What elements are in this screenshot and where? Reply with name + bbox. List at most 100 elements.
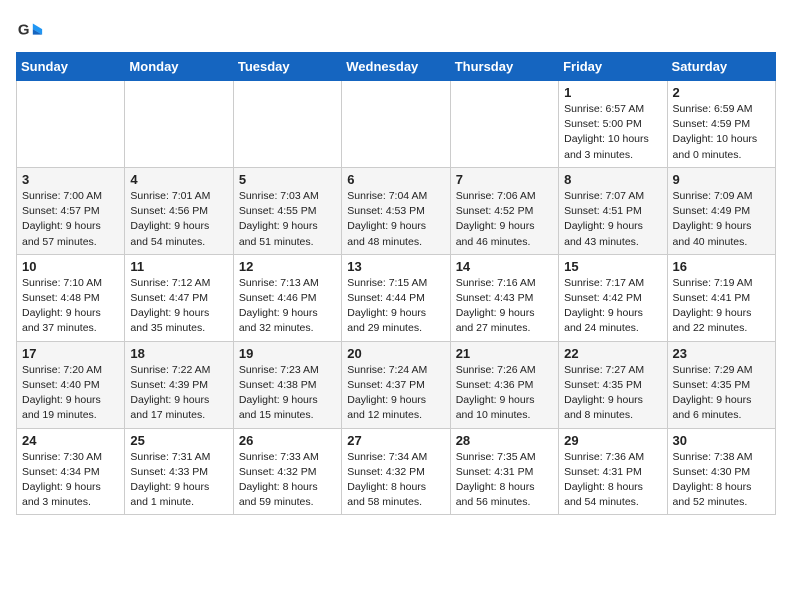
calendar-cell: 29 Sunrise: 7:36 AM Sunset: 4:31 PM Dayli… [559, 428, 667, 515]
day-info: Sunrise: 7:12 AM Sunset: 4:47 PM Dayligh… [130, 276, 227, 337]
day-info: Sunrise: 7:34 AM Sunset: 4:32 PM Dayligh… [347, 450, 444, 511]
day-info: Sunrise: 7:35 AM Sunset: 4:31 PM Dayligh… [456, 450, 553, 511]
col-header-saturday: Saturday [667, 53, 775, 81]
day-number: 3 [22, 172, 119, 187]
day-number: 21 [456, 346, 553, 361]
day-number: 16 [673, 259, 770, 274]
day-info: Sunrise: 7:24 AM Sunset: 4:37 PM Dayligh… [347, 363, 444, 424]
calendar-cell: 17 Sunrise: 7:20 AM Sunset: 4:40 PM Dayli… [17, 341, 125, 428]
day-number: 14 [456, 259, 553, 274]
day-number: 25 [130, 433, 227, 448]
day-info: Sunrise: 7:10 AM Sunset: 4:48 PM Dayligh… [22, 276, 119, 337]
page-header: G [16, 16, 776, 44]
calendar-cell [342, 81, 450, 168]
day-info: Sunrise: 7:29 AM Sunset: 4:35 PM Dayligh… [673, 363, 770, 424]
calendar-cell: 11 Sunrise: 7:12 AM Sunset: 4:47 PM Dayli… [125, 254, 233, 341]
calendar-cell: 9Sunrise: 7:09 AM Sunset: 4:49 PM Daylig… [667, 167, 775, 254]
day-info: Sunrise: 7:33 AM Sunset: 4:32 PM Dayligh… [239, 450, 336, 511]
day-info: Sunrise: 7:19 AM Sunset: 4:41 PM Dayligh… [673, 276, 770, 337]
day-info: Sunrise: 7:16 AM Sunset: 4:43 PM Dayligh… [456, 276, 553, 337]
calendar-cell: 4Sunrise: 7:01 AM Sunset: 4:56 PM Daylig… [125, 167, 233, 254]
calendar-cell: 26 Sunrise: 7:33 AM Sunset: 4:32 PM Dayli… [233, 428, 341, 515]
day-number: 30 [673, 433, 770, 448]
day-number: 23 [673, 346, 770, 361]
calendar-cell: 2 Sunrise: 6:59 AM Sunset: 4:59 PM Daylig… [667, 81, 775, 168]
calendar-week-row: 1 Sunrise: 6:57 AM Sunset: 5:00 PM Daylig… [17, 81, 776, 168]
calendar-cell: 24Sunrise: 7:30 AM Sunset: 4:34 PM Dayli… [17, 428, 125, 515]
calendar-cell: 18 Sunrise: 7:22 AM Sunset: 4:39 PM Dayli… [125, 341, 233, 428]
day-info: Sunrise: 7:15 AM Sunset: 4:44 PM Dayligh… [347, 276, 444, 337]
calendar-cell: 23 Sunrise: 7:29 AM Sunset: 4:35 PM Dayli… [667, 341, 775, 428]
day-number: 6 [347, 172, 444, 187]
calendar-table: SundayMondayTuesdayWednesdayThursdayFrid… [16, 52, 776, 515]
day-number: 20 [347, 346, 444, 361]
day-info: Sunrise: 7:36 AM Sunset: 4:31 PM Dayligh… [564, 450, 661, 511]
calendar-cell: 12 Sunrise: 7:13 AM Sunset: 4:46 PM Dayli… [233, 254, 341, 341]
day-number: 11 [130, 259, 227, 274]
day-info: Sunrise: 7:38 AM Sunset: 4:30 PM Dayligh… [673, 450, 770, 511]
day-number: 18 [130, 346, 227, 361]
calendar-cell: 14 Sunrise: 7:16 AM Sunset: 4:43 PM Dayli… [450, 254, 558, 341]
calendar-week-row: 24Sunrise: 7:30 AM Sunset: 4:34 PM Dayli… [17, 428, 776, 515]
day-info: Sunrise: 7:23 AM Sunset: 4:38 PM Dayligh… [239, 363, 336, 424]
day-number: 2 [673, 85, 770, 100]
calendar-week-row: 10 Sunrise: 7:10 AM Sunset: 4:48 PM Dayli… [17, 254, 776, 341]
day-info: Sunrise: 7:00 AM Sunset: 4:57 PM Dayligh… [22, 189, 119, 250]
day-info: Sunrise: 7:22 AM Sunset: 4:39 PM Dayligh… [130, 363, 227, 424]
day-number: 10 [22, 259, 119, 274]
calendar-cell: 8 Sunrise: 7:07 AM Sunset: 4:51 PM Daylig… [559, 167, 667, 254]
calendar-cell: 20 Sunrise: 7:24 AM Sunset: 4:37 PM Dayli… [342, 341, 450, 428]
day-number: 29 [564, 433, 661, 448]
logo-icon: G [16, 16, 44, 44]
day-number: 4 [130, 172, 227, 187]
day-number: 28 [456, 433, 553, 448]
day-number: 8 [564, 172, 661, 187]
calendar-cell: 19 Sunrise: 7:23 AM Sunset: 4:38 PM Dayli… [233, 341, 341, 428]
day-number: 19 [239, 346, 336, 361]
day-number: 26 [239, 433, 336, 448]
day-number: 22 [564, 346, 661, 361]
day-number: 15 [564, 259, 661, 274]
calendar-cell: 30 Sunrise: 7:38 AM Sunset: 4:30 PM Dayli… [667, 428, 775, 515]
day-info: Sunrise: 6:59 AM Sunset: 4:59 PM Dayligh… [673, 102, 770, 163]
col-header-tuesday: Tuesday [233, 53, 341, 81]
calendar-header-row: SundayMondayTuesdayWednesdayThursdayFrid… [17, 53, 776, 81]
day-info: Sunrise: 7:20 AM Sunset: 4:40 PM Dayligh… [22, 363, 119, 424]
calendar-cell: 16 Sunrise: 7:19 AM Sunset: 4:41 PM Dayli… [667, 254, 775, 341]
calendar-cell: 6Sunrise: 7:04 AM Sunset: 4:53 PM Daylig… [342, 167, 450, 254]
day-info: Sunrise: 7:17 AM Sunset: 4:42 PM Dayligh… [564, 276, 661, 337]
calendar-cell: 7Sunrise: 7:06 AM Sunset: 4:52 PM Daylig… [450, 167, 558, 254]
day-number: 24 [22, 433, 119, 448]
calendar-cell: 22 Sunrise: 7:27 AM Sunset: 4:35 PM Dayli… [559, 341, 667, 428]
calendar-cell: 13 Sunrise: 7:15 AM Sunset: 4:44 PM Dayli… [342, 254, 450, 341]
col-header-wednesday: Wednesday [342, 53, 450, 81]
day-info: Sunrise: 7:07 AM Sunset: 4:51 PM Dayligh… [564, 189, 661, 250]
day-number: 5 [239, 172, 336, 187]
calendar-cell: 3 Sunrise: 7:00 AM Sunset: 4:57 PM Daylig… [17, 167, 125, 254]
svg-text:G: G [18, 22, 30, 39]
calendar-week-row: 3 Sunrise: 7:00 AM Sunset: 4:57 PM Daylig… [17, 167, 776, 254]
day-info: Sunrise: 6:57 AM Sunset: 5:00 PM Dayligh… [564, 102, 661, 163]
day-info: Sunrise: 7:31 AM Sunset: 4:33 PM Dayligh… [130, 450, 227, 511]
logo: G [16, 16, 46, 44]
calendar-cell: 15 Sunrise: 7:17 AM Sunset: 4:42 PM Dayli… [559, 254, 667, 341]
calendar-cell: 10 Sunrise: 7:10 AM Sunset: 4:48 PM Dayli… [17, 254, 125, 341]
day-number: 27 [347, 433, 444, 448]
col-header-friday: Friday [559, 53, 667, 81]
day-info: Sunrise: 7:27 AM Sunset: 4:35 PM Dayligh… [564, 363, 661, 424]
col-header-thursday: Thursday [450, 53, 558, 81]
calendar-cell: 28 Sunrise: 7:35 AM Sunset: 4:31 PM Dayli… [450, 428, 558, 515]
calendar-cell: 21Sunrise: 7:26 AM Sunset: 4:36 PM Dayli… [450, 341, 558, 428]
day-number: 1 [564, 85, 661, 100]
calendar-cell [17, 81, 125, 168]
day-number: 9 [673, 172, 770, 187]
calendar-cell: 5Sunrise: 7:03 AM Sunset: 4:55 PM Daylig… [233, 167, 341, 254]
day-number: 17 [22, 346, 119, 361]
day-number: 12 [239, 259, 336, 274]
calendar-cell [450, 81, 558, 168]
day-info: Sunrise: 7:13 AM Sunset: 4:46 PM Dayligh… [239, 276, 336, 337]
col-header-monday: Monday [125, 53, 233, 81]
day-number: 7 [456, 172, 553, 187]
day-number: 13 [347, 259, 444, 274]
calendar-week-row: 17 Sunrise: 7:20 AM Sunset: 4:40 PM Dayli… [17, 341, 776, 428]
